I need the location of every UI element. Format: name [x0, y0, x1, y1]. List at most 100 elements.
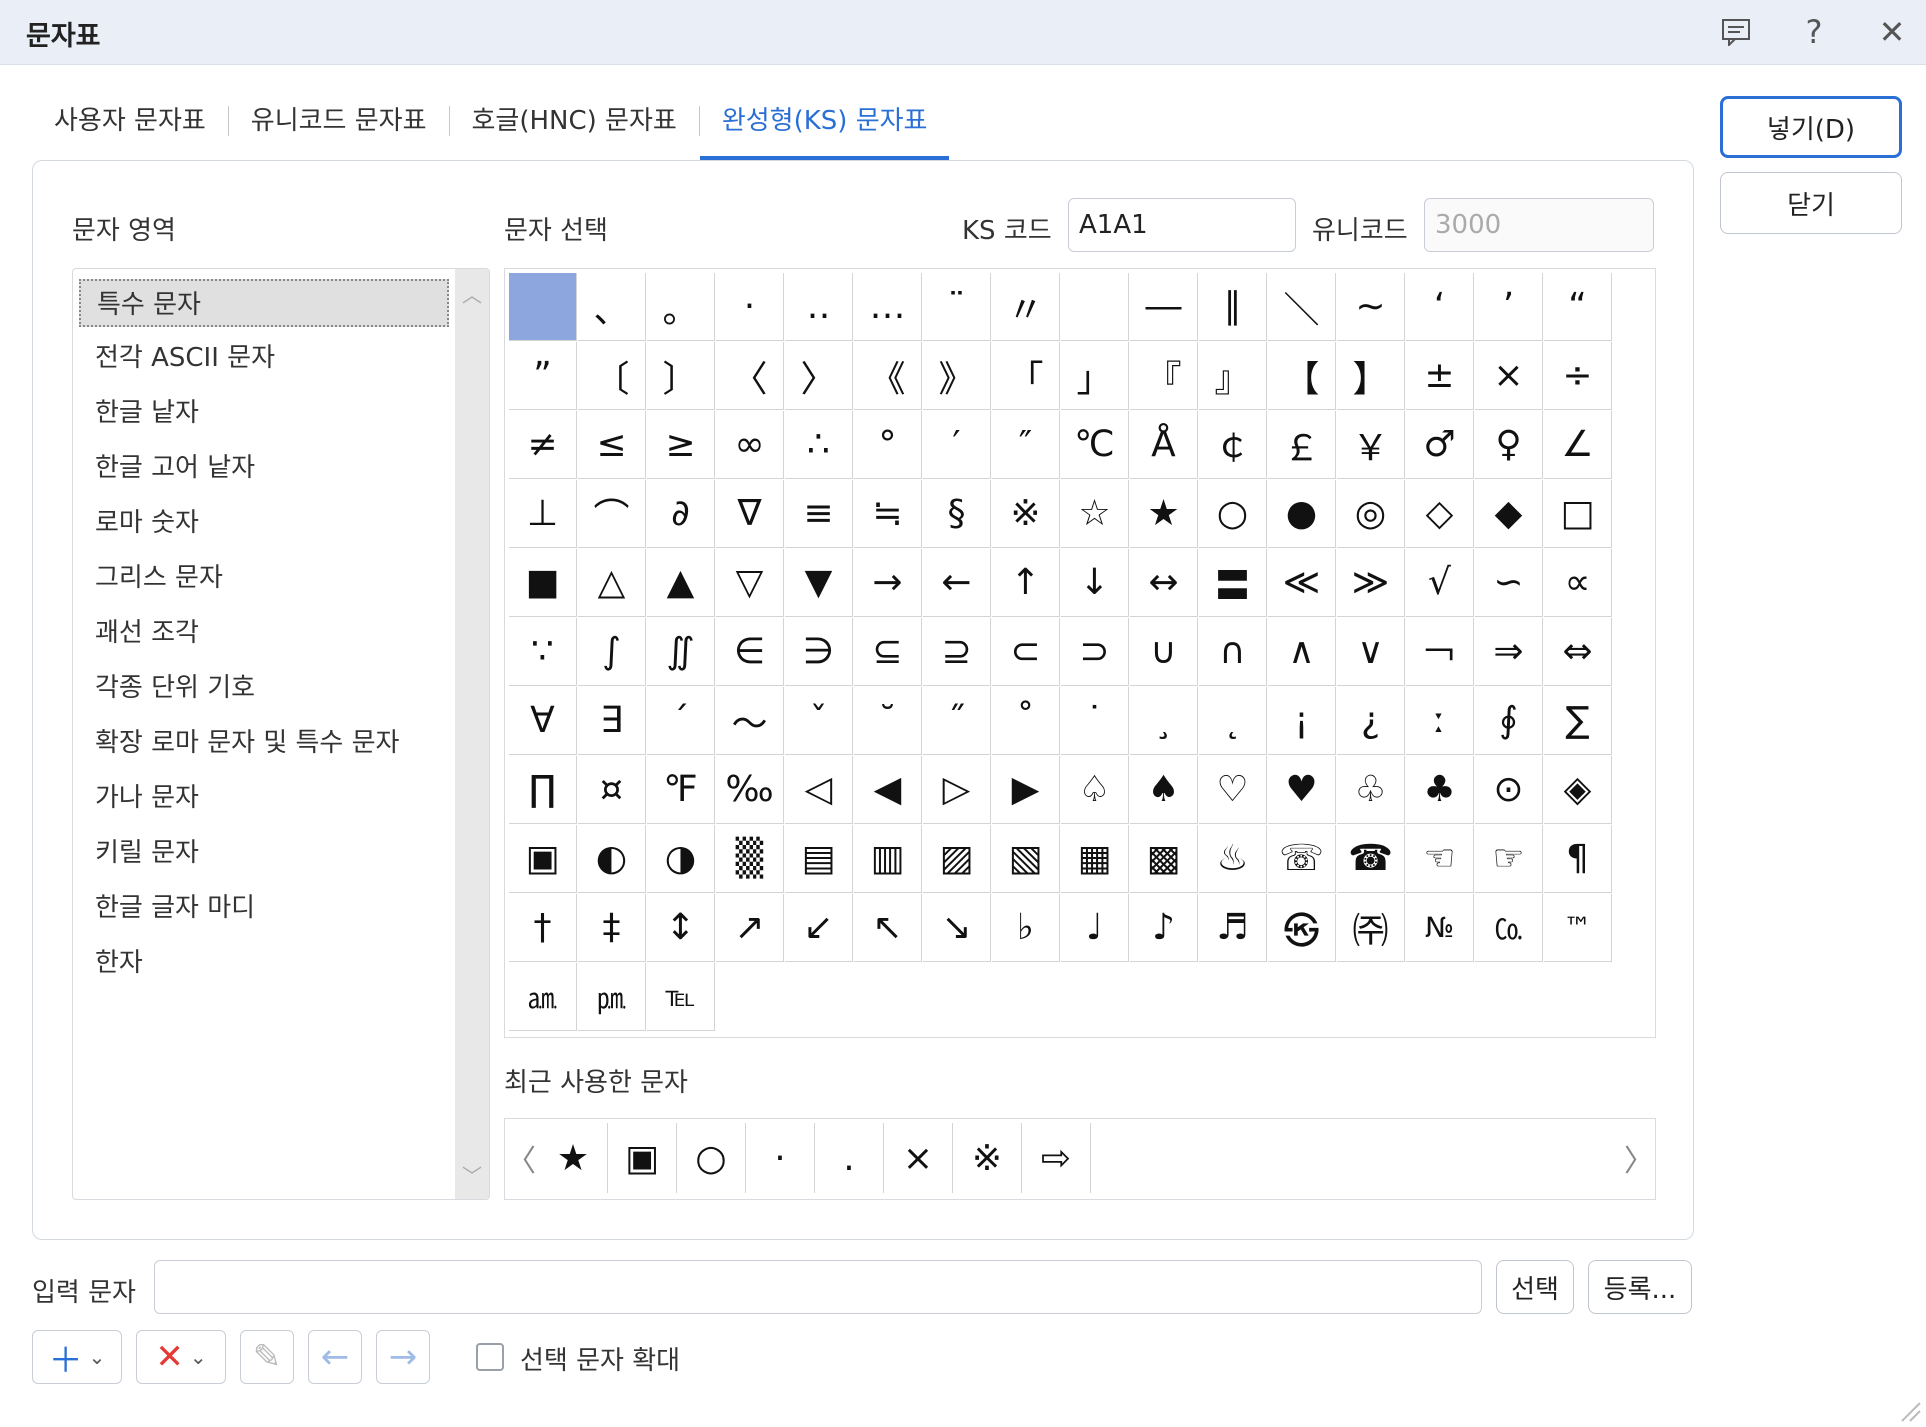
close-button[interactable]: 닫기: [1720, 172, 1902, 234]
tab-user-charmap[interactable]: 사용자 문자표: [32, 96, 228, 160]
tab-ks-charmap[interactable]: 완성형(KS) 문자표: [699, 96, 950, 160]
char-cell[interactable]: ↑: [992, 549, 1060, 617]
char-cell[interactable]: ＼: [1268, 273, 1336, 341]
char-cell[interactable]: ★: [1130, 480, 1198, 548]
char-cell[interactable]: ㉿: [1268, 894, 1336, 962]
char-cell[interactable]: 〃: [992, 273, 1060, 341]
char-cell[interactable]: ∴: [785, 411, 853, 479]
scroll-up-icon[interactable]: ︿: [455, 279, 489, 308]
char-cell[interactable]: ’: [1475, 273, 1543, 341]
char-cell[interactable]: ↕: [647, 894, 715, 962]
char-cell[interactable]: ♣: [1406, 756, 1474, 824]
char-cell[interactable]: ¸: [1130, 687, 1198, 755]
char-cell[interactable]: ×: [1475, 342, 1543, 410]
region-item[interactable]: 특수 문자: [79, 279, 449, 327]
region-item[interactable]: 한글 고어 낱자: [79, 444, 449, 492]
char-cell[interactable]: ∼: [1337, 273, 1405, 341]
register-button[interactable]: 등록...: [1588, 1260, 1692, 1314]
region-item[interactable]: 로마 숫자: [79, 499, 449, 547]
char-cell[interactable]: ≪: [1268, 549, 1336, 617]
char-cell[interactable]: ∫: [578, 618, 646, 686]
char-cell[interactable]: ´: [647, 687, 715, 755]
char-cell[interactable]: ˝: [923, 687, 991, 755]
char-cell[interactable]: †: [509, 894, 577, 962]
char-cell[interactable]: ”: [509, 342, 577, 410]
help-icon[interactable]: ?: [1792, 10, 1836, 54]
recent-char-cell[interactable]: .: [815, 1123, 884, 1193]
move-left-button[interactable]: ←: [308, 1330, 362, 1384]
char-cell[interactable]: ◈: [1544, 756, 1612, 824]
region-item[interactable]: 전각 ASCII 문자: [79, 334, 449, 382]
char-cell[interactable]: 〈: [716, 342, 784, 410]
char-cell[interactable]: ≤: [578, 411, 646, 479]
remove-dropdown-button[interactable]: ✕ ⌄: [136, 1330, 226, 1384]
char-cell[interactable]: Å: [1130, 411, 1198, 479]
char-cell[interactable]: ◇: [1406, 480, 1474, 548]
char-cell[interactable]: ↖: [854, 894, 922, 962]
char-cell[interactable]: ▽: [716, 549, 784, 617]
char-cell[interactable]: ¡: [1268, 687, 1336, 755]
recent-prev-button[interactable]: 〈: [505, 1119, 537, 1197]
char-cell[interactable]: ☏: [1268, 825, 1336, 893]
char-cell[interactable]: №: [1406, 894, 1474, 962]
char-cell[interactable]: 』: [1199, 342, 1267, 410]
char-cell[interactable]: ∋: [785, 618, 853, 686]
char-cell[interactable]: ◐: [578, 825, 646, 893]
char-cell[interactable]: 〓: [1199, 549, 1267, 617]
char-cell[interactable]: ㏘: [578, 963, 646, 1031]
region-item[interactable]: 각종 단위 기호: [79, 664, 449, 712]
close-icon[interactable]: ✕: [1870, 10, 1914, 54]
char-cell[interactable]: ‘: [1406, 273, 1474, 341]
char-cell[interactable]: ♠: [1130, 756, 1198, 824]
region-item[interactable]: 확장 로마 문자 및 특수 문자: [79, 719, 449, 767]
char-cell[interactable]: ∏: [509, 756, 577, 824]
char-cell[interactable]: □: [1544, 480, 1612, 548]
char-cell[interactable]: [509, 273, 577, 341]
char-cell[interactable]: ˇ: [785, 687, 853, 755]
char-cell[interactable]: ㏂: [509, 963, 577, 1031]
char-cell[interactable]: ↓: [1061, 549, 1129, 617]
input-chars-field[interactable]: [154, 1260, 1482, 1314]
char-cell[interactable]: ￢: [1406, 618, 1474, 686]
char-cell[interactable]: ∵: [509, 618, 577, 686]
char-cell[interactable]: ㈜: [1337, 894, 1405, 962]
char-cell[interactable]: ∃: [578, 687, 646, 755]
char-cell[interactable]: ～: [716, 687, 784, 755]
char-cell[interactable]: §: [923, 480, 991, 548]
char-cell[interactable]: ▤: [785, 825, 853, 893]
char-cell[interactable]: ♥: [1268, 756, 1336, 824]
char-cell[interactable]: °: [854, 411, 922, 479]
char-cell[interactable]: 、: [578, 273, 646, 341]
char-cell[interactable]: ˚: [992, 687, 1060, 755]
char-cell[interactable]: ▩: [1130, 825, 1198, 893]
char-cell[interactable]: ∀: [509, 687, 577, 755]
region-item[interactable]: 한글 낱자: [79, 389, 449, 437]
char-cell[interactable]: 》: [923, 342, 991, 410]
char-cell[interactable]: ∈: [716, 618, 784, 686]
char-cell[interactable]: ¤: [578, 756, 646, 824]
char-cell[interactable]: ☆: [1061, 480, 1129, 548]
char-cell[interactable]: ˙: [1061, 687, 1129, 755]
char-cell[interactable]: √: [1406, 549, 1474, 617]
char-cell[interactable]: ≡: [785, 480, 853, 548]
char-cell[interactable]: ▶: [992, 756, 1060, 824]
tab-unicode-charmap[interactable]: 유니코드 문자표: [229, 96, 449, 160]
char-cell[interactable]: ⇒: [1475, 618, 1543, 686]
char-cell[interactable]: ←: [923, 549, 991, 617]
char-cell[interactable]: ↘: [923, 894, 991, 962]
region-item[interactable]: 한글 글자 마디: [79, 884, 449, 932]
add-dropdown-button[interactable]: ＋ ⌄: [32, 1330, 122, 1384]
char-cell[interactable]: ⊆: [854, 618, 922, 686]
char-cell[interactable]: ­: [1061, 273, 1129, 341]
char-cell[interactable]: 「: [992, 342, 1060, 410]
char-cell[interactable]: ◆: [1475, 480, 1543, 548]
recent-char-cell[interactable]: ⇨: [1022, 1123, 1091, 1193]
char-cell[interactable]: →: [854, 549, 922, 617]
char-cell[interactable]: ♀: [1475, 411, 1543, 479]
char-cell[interactable]: ▼: [785, 549, 853, 617]
char-cell[interactable]: ♩: [1061, 894, 1129, 962]
char-cell[interactable]: △: [578, 549, 646, 617]
char-cell[interactable]: ∽: [1475, 549, 1543, 617]
char-cell[interactable]: ⊂: [992, 618, 1060, 686]
ks-code-input[interactable]: A1A1: [1068, 198, 1296, 252]
